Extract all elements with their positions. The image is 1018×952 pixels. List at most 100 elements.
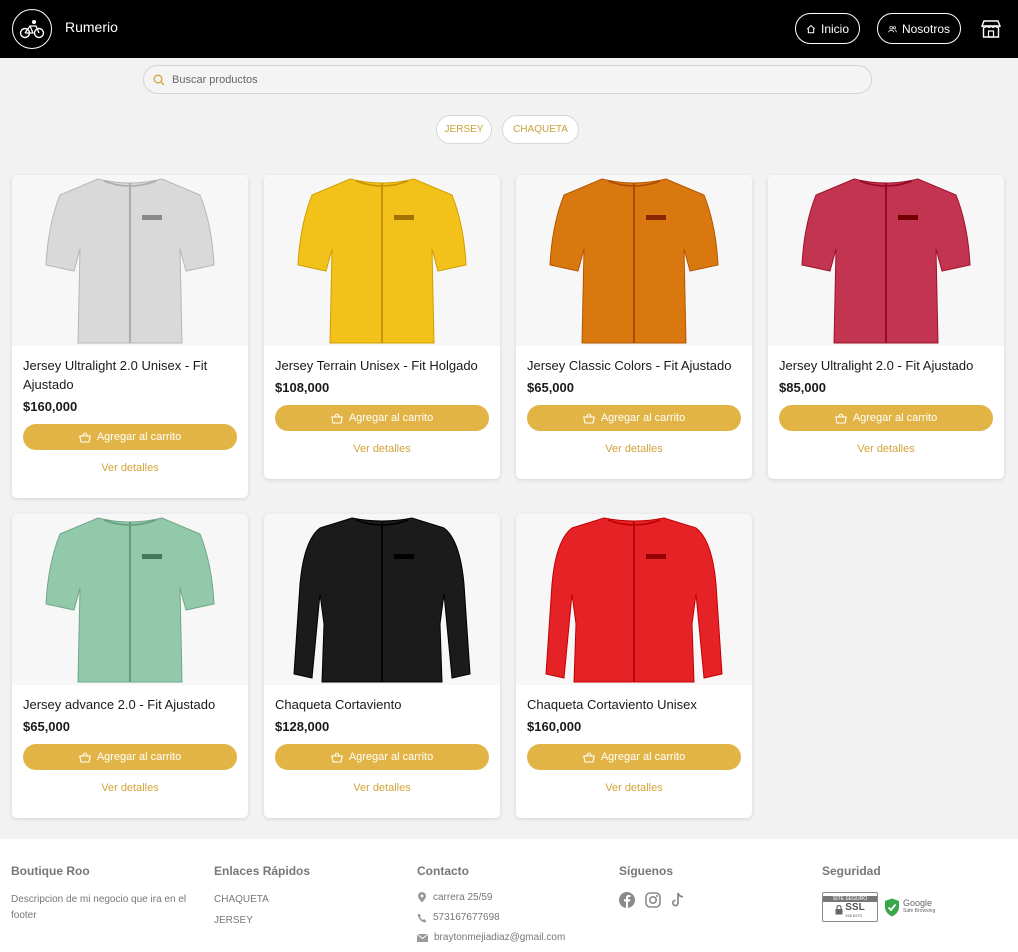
product-image[interactable]	[516, 514, 752, 685]
footer-link-chaqueta[interactable]: CHAQUETA	[214, 892, 394, 908]
product-price: $108,000	[275, 380, 330, 395]
tiktok-icon[interactable]	[671, 892, 685, 908]
view-details-link[interactable]: Ver detalles	[12, 462, 248, 474]
search-icon	[153, 74, 165, 85]
add-to-cart-button[interactable]: Agregar al carrito	[527, 405, 741, 431]
footer-link-jersey[interactable]: JERSEY	[214, 913, 394, 929]
product-price: $65,000	[527, 380, 574, 395]
product-image[interactable]	[12, 175, 248, 346]
view-details-link[interactable]: Ver detalles	[768, 443, 1004, 455]
view-details-link[interactable]: Ver detalles	[516, 782, 752, 794]
product-name: Chaqueta Cortaviento	[275, 697, 402, 712]
nav-home-button[interactable]: Inicio	[795, 13, 860, 44]
product-card[interactable]: Jersey Terrain Unisex - Fit Holgado $108,…	[264, 175, 500, 479]
add-to-cart-label: Agregar al carrito	[600, 751, 686, 763]
ssl-badge-main: SSL	[845, 902, 865, 913]
product-name: Chaqueta Cortaviento Unisex	[527, 697, 697, 712]
brand-logo[interactable]	[12, 9, 52, 49]
product-card[interactable]: Jersey Classic Colors - Fit Ajustado $65,…	[516, 175, 752, 479]
product-image[interactable]	[12, 514, 248, 685]
product-name: Jersey Ultralight 2.0 Unisex - Fit Ajust…	[23, 358, 208, 392]
basket-icon	[582, 752, 595, 763]
ssl-badge: SITE SEGURO SSL 256 BITS	[822, 892, 878, 922]
add-to-cart-label: Agregar al carrito	[600, 412, 686, 424]
search-input[interactable]	[172, 73, 822, 86]
jacket-image[interactable]	[516, 514, 752, 685]
basket-icon	[78, 752, 91, 763]
facebook-icon[interactable]	[619, 892, 635, 908]
footer-contact: Contacto carrera 25/59 573167677698 bray…	[417, 864, 607, 952]
instagram-icon[interactable]	[645, 892, 661, 908]
shield-check-icon	[885, 898, 899, 916]
view-details-link[interactable]: Ver detalles	[264, 782, 500, 794]
add-to-cart-button[interactable]: Agregar al carrito	[779, 405, 993, 431]
add-to-cart-label: Agregar al carrito	[348, 412, 434, 424]
product-image[interactable]	[264, 514, 500, 685]
add-to-cart-button[interactable]: Agregar al carrito	[23, 424, 237, 450]
contact-email: braytonmejiadiaz@gmail.com	[417, 932, 607, 943]
add-to-cart-label: Agregar al carrito	[348, 751, 434, 763]
product-card[interactable]: Jersey Ultralight 2.0 Unisex - Fit Ajust…	[12, 175, 248, 498]
category-chip-chaqueta[interactable]: CHAQUETA	[502, 115, 579, 144]
footer-social: Síguenos	[619, 864, 769, 908]
product-price: $128,000	[275, 719, 330, 734]
product-card[interactable]: Jersey Ultralight 2.0 - Fit Ajustado $85,…	[768, 175, 1004, 479]
footer-links-title: Enlaces Rápidos	[214, 864, 311, 878]
ssl-badge-sub: 256 BITS	[845, 913, 862, 918]
contact-address: carrera 25/59	[417, 892, 607, 903]
map-pin-icon	[418, 892, 426, 903]
home-icon	[806, 24, 816, 33]
category-chip-jersey[interactable]: JERSEY	[436, 115, 492, 144]
jersey-image[interactable]	[768, 175, 1004, 346]
basket-icon	[330, 413, 343, 424]
product-name: Jersey Classic Colors - Fit Ajustado	[527, 358, 732, 373]
product-card[interactable]: Jersey advance 2.0 - Fit Ajustado $65,000…	[12, 514, 248, 818]
jersey-image[interactable]	[12, 514, 248, 685]
product-price: $85,000	[779, 380, 826, 395]
cyclist-logo-icon	[19, 20, 45, 39]
view-details-link[interactable]: Ver detalles	[516, 443, 752, 455]
product-name: Jersey Ultralight 2.0 - Fit Ajustado	[779, 358, 974, 373]
product-image[interactable]	[768, 175, 1004, 346]
footer-contact-title: Contacto	[417, 864, 469, 878]
basket-icon	[78, 432, 91, 443]
jersey-image[interactable]	[12, 175, 248, 346]
add-to-cart-button[interactable]: Agregar al carrito	[527, 744, 741, 770]
jersey-image[interactable]	[516, 175, 752, 346]
lock-icon	[835, 905, 843, 915]
nav-about-label: Nosotros	[901, 21, 950, 36]
google-badge-sub: Safe Browsing	[903, 908, 936, 914]
footer-security-title: Seguridad	[822, 864, 881, 878]
basket-icon	[330, 752, 343, 763]
product-price: $65,000	[23, 719, 70, 734]
store-icon[interactable]	[980, 18, 1002, 40]
product-image[interactable]	[516, 175, 752, 346]
add-to-cart-button[interactable]: Agregar al carrito	[23, 744, 237, 770]
brand-name[interactable]: Rumerio	[65, 19, 118, 35]
view-details-link[interactable]: Ver detalles	[264, 443, 500, 455]
add-to-cart-button[interactable]: Agregar al carrito	[275, 744, 489, 770]
google-safe-browsing-badge: Google Safe Browsing	[884, 898, 935, 917]
basket-icon	[834, 413, 847, 424]
contact-email-text[interactable]: braytonmejiadiaz@gmail.com	[434, 932, 565, 943]
top-navbar: Rumerio Inicio Nosotros	[0, 0, 1018, 58]
nav-home-label: Inicio	[820, 21, 849, 36]
basket-icon	[582, 413, 595, 424]
footer-links: Enlaces Rápidos CHAQUETA JERSEY	[214, 864, 394, 934]
contact-address-text: carrera 25/59	[433, 892, 493, 903]
footer-about: Boutique Roo Descripcion de mi negocio q…	[11, 864, 196, 924]
nav-about-button[interactable]: Nosotros	[877, 13, 961, 44]
add-to-cart-button[interactable]: Agregar al carrito	[275, 405, 489, 431]
jacket-image[interactable]	[264, 514, 500, 685]
view-details-link[interactable]: Ver detalles	[12, 782, 248, 794]
product-card[interactable]: Chaqueta Cortaviento Unisex $160,000 Agreg…	[516, 514, 752, 818]
product-card[interactable]: Chaqueta Cortaviento $128,000 Agregar al c…	[264, 514, 500, 818]
jersey-image[interactable]	[264, 175, 500, 346]
product-image[interactable]	[264, 175, 500, 346]
footer-security: Seguridad SITE SEGURO SSL 256 BITS Googl…	[822, 864, 1002, 922]
product-price: $160,000	[527, 719, 582, 734]
footer-about-title: Boutique Roo	[11, 864, 90, 878]
product-name: Jersey advance 2.0 - Fit Ajustado	[23, 697, 216, 712]
search-bar[interactable]	[143, 65, 872, 94]
add-to-cart-label: Agregar al carrito	[96, 431, 182, 443]
